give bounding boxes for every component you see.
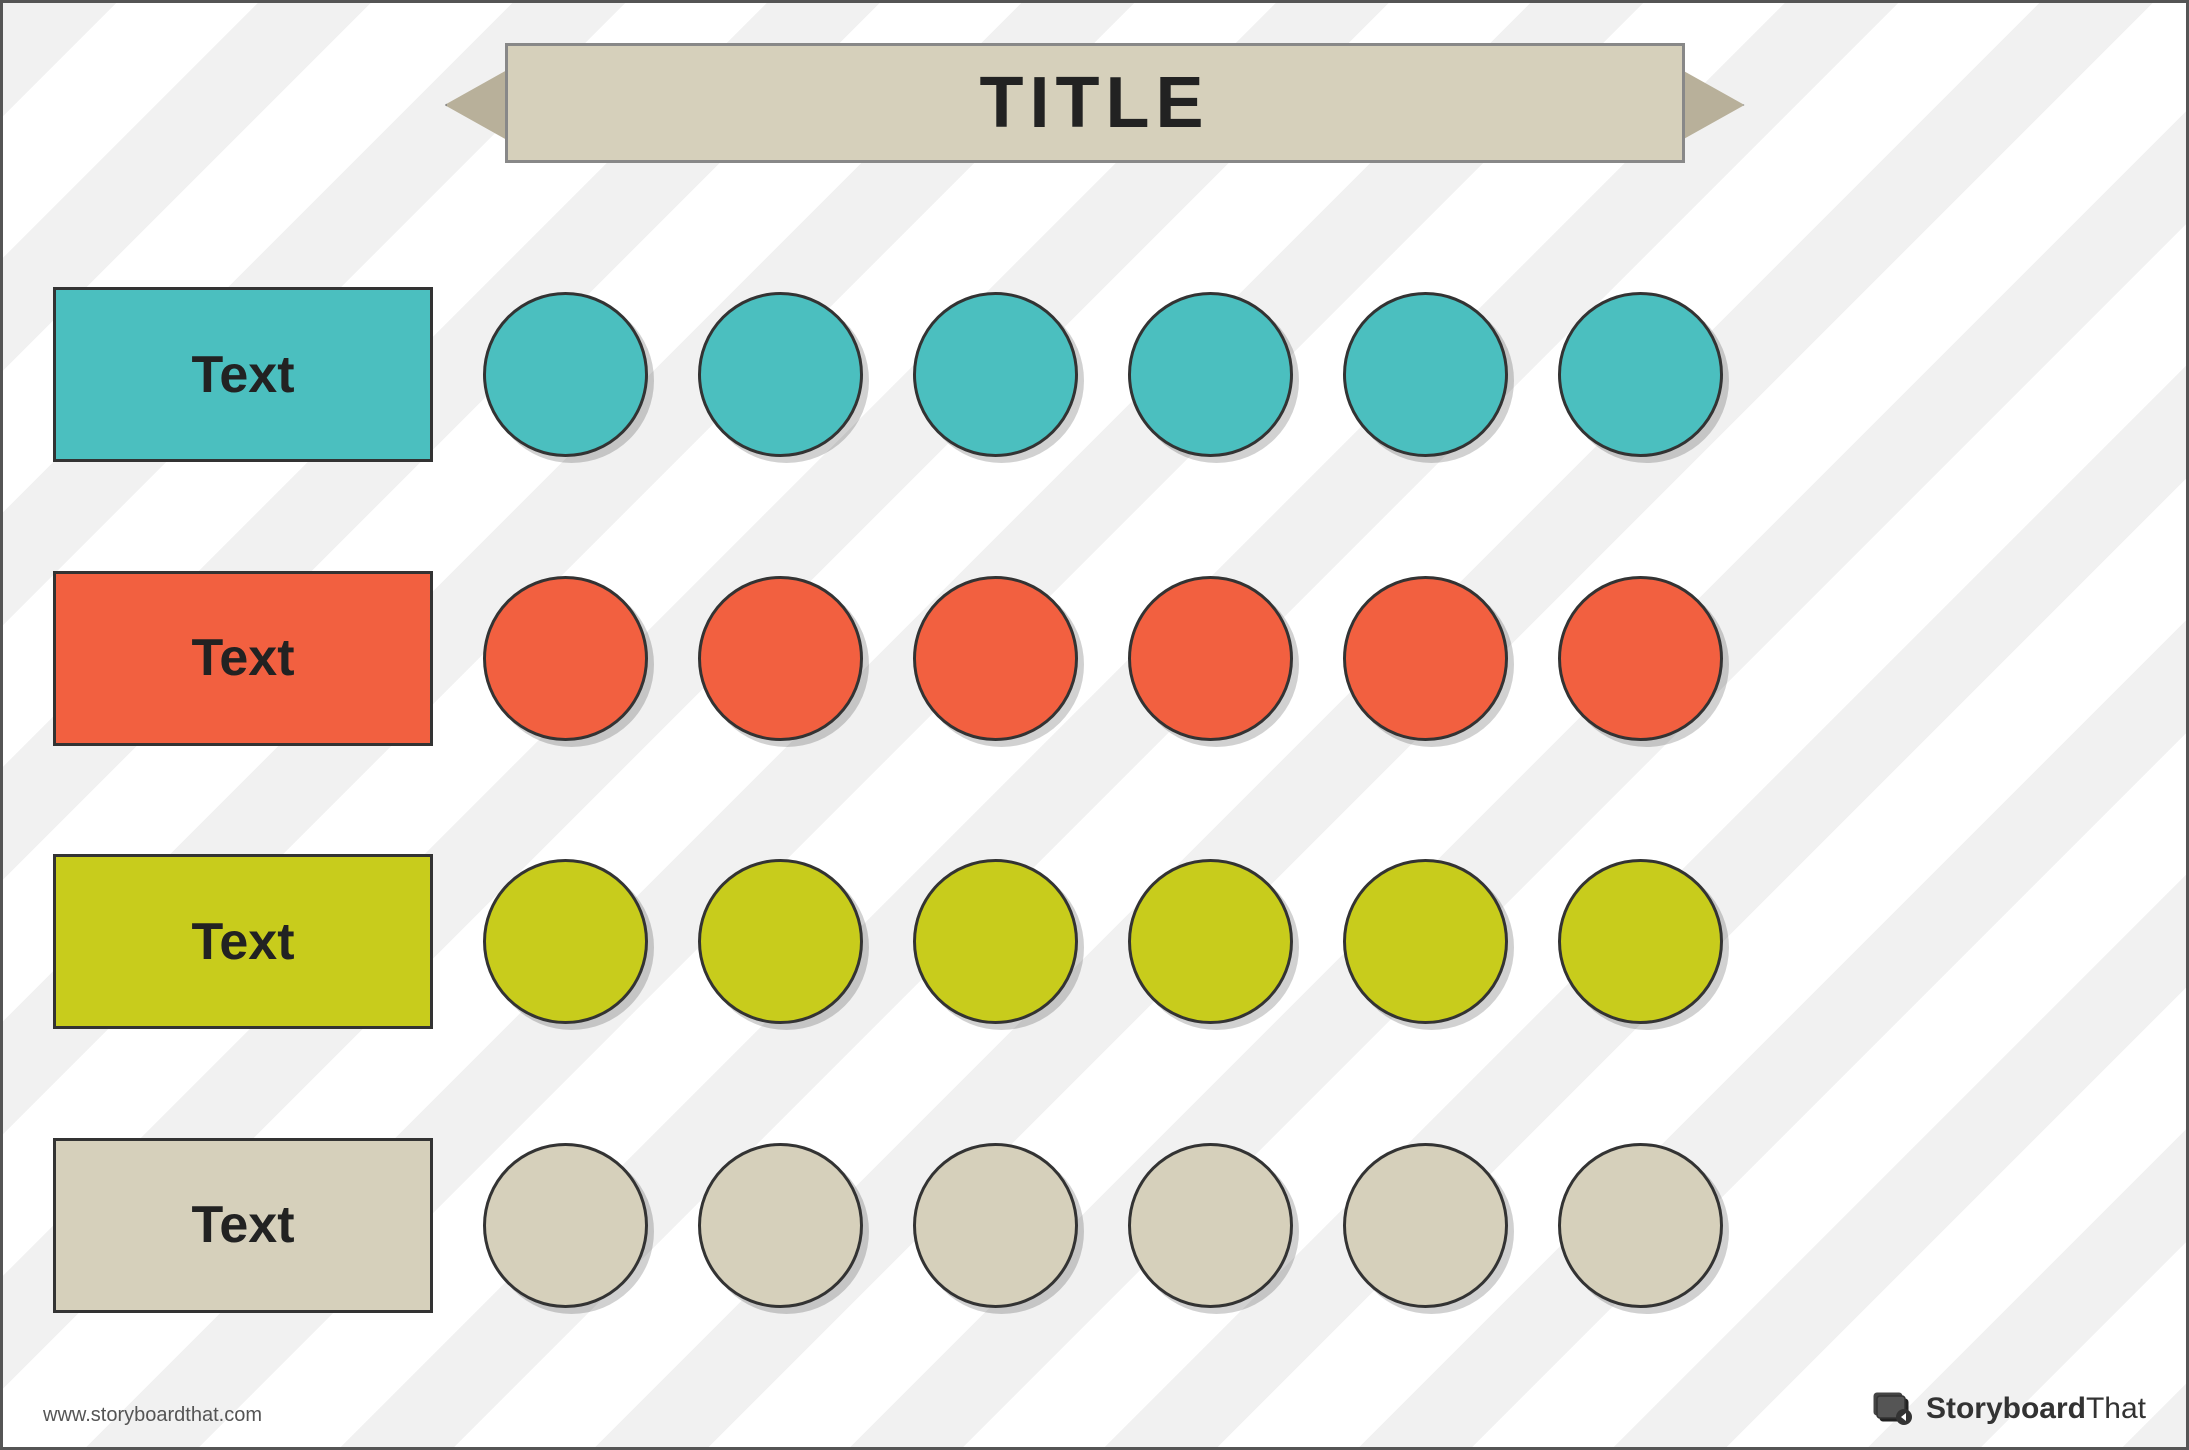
circle-teal-6 (1558, 292, 1723, 457)
circle-orange-4 (1128, 576, 1293, 741)
website-url: www.storyboardthat.com (43, 1404, 262, 1427)
circle-orange-3 (913, 576, 1078, 741)
row-yellow: Text (53, 854, 2136, 1029)
circles-group-orange (483, 576, 2136, 741)
circle-teal-1 (483, 292, 648, 457)
circle-teal-5 (1343, 292, 1508, 457)
row-label-text-yellow: Text (191, 912, 294, 972)
circle-beige-2 (698, 1143, 863, 1308)
row-beige: Text (53, 1138, 2136, 1313)
circle-orange-5 (1343, 576, 1508, 741)
circles-group-yellow (483, 859, 2136, 1024)
row-label-orange: Text (53, 571, 433, 746)
row-label-text-orange: Text (191, 628, 294, 688)
rows-container: Text Text (53, 213, 2136, 1387)
circle-yellow-4 (1128, 859, 1293, 1024)
circle-yellow-2 (698, 859, 863, 1024)
storyboard-icon (1872, 1391, 1916, 1427)
branding-label: StoryboardThat (1926, 1392, 2146, 1426)
circle-yellow-5 (1343, 859, 1508, 1024)
circle-beige-6 (1558, 1143, 1723, 1308)
circle-teal-4 (1128, 292, 1293, 457)
circle-teal-2 (698, 292, 863, 457)
circle-beige-5 (1343, 1143, 1508, 1308)
circles-group-beige (483, 1143, 2136, 1308)
circle-yellow-1 (483, 859, 648, 1024)
circle-teal-3 (913, 292, 1078, 457)
circle-orange-2 (698, 576, 863, 741)
circle-beige-4 (1128, 1143, 1293, 1308)
row-label-text-beige: Text (191, 1195, 294, 1255)
circle-yellow-3 (913, 859, 1078, 1024)
page-title: TITLE (980, 62, 1210, 144)
title-banner: TITLE (445, 33, 1745, 173)
branding-light: That (2086, 1392, 2146, 1425)
row-teal: Text (53, 287, 2136, 462)
row-label-text-teal: Text (191, 345, 294, 405)
banner-main: TITLE (505, 43, 1685, 163)
circle-orange-6 (1558, 576, 1723, 741)
row-label-yellow: Text (53, 854, 433, 1029)
page: TITLE Text Text (0, 0, 2189, 1450)
row-label-teal: Text (53, 287, 433, 462)
circle-yellow-6 (1558, 859, 1723, 1024)
branding: StoryboardThat (1872, 1391, 2146, 1427)
circle-beige-3 (913, 1143, 1078, 1308)
circle-orange-1 (483, 576, 648, 741)
branding-bold: Storyboard (1926, 1392, 2086, 1425)
row-orange: Text (53, 571, 2136, 746)
row-label-beige: Text (53, 1138, 433, 1313)
circles-group-teal (483, 292, 2136, 457)
banner-shape: TITLE (445, 33, 1745, 173)
circle-beige-1 (483, 1143, 648, 1308)
